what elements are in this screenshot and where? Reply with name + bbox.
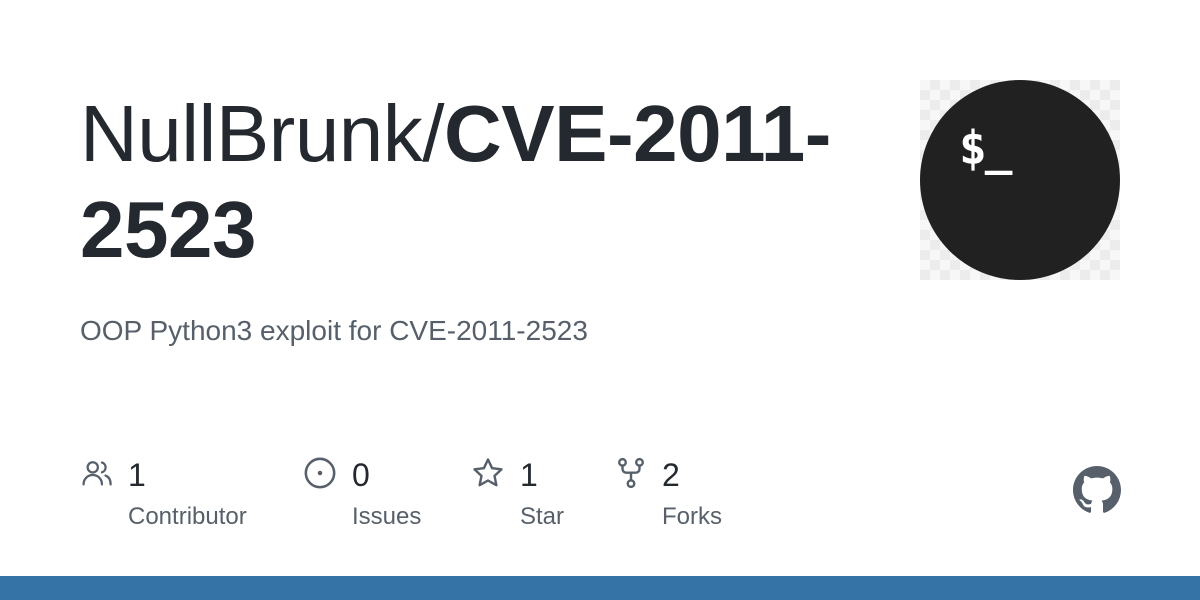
issues-label: Issues — [352, 503, 422, 530]
avatar-terminal-glyph: $_ — [959, 121, 1012, 175]
issues-count: 0 — [352, 457, 370, 493]
github-mark-icon — [1073, 466, 1121, 513]
stars-count: 1 — [520, 457, 538, 493]
star-icon — [473, 458, 503, 487]
language-color-bar — [0, 576, 1200, 600]
people-icon — [82, 461, 112, 486]
stars-label: Star — [520, 503, 565, 530]
owner-avatar: $_ — [920, 80, 1120, 280]
avatar-circle — [920, 80, 1120, 280]
repo-forked-icon — [618, 457, 644, 489]
repo-description: OOP Python3 exploit for CVE-2011-2523 — [80, 315, 588, 346]
repo-title: NullBrunk/CVE-2011-2523 — [80, 86, 840, 278]
repo-owner: NullBrunk/ — [80, 89, 445, 178]
issue-opened-icon — [304, 457, 336, 489]
contributors-label: Contributor — [128, 503, 247, 530]
contributors-count: 1 — [128, 457, 146, 493]
forks-label: Forks — [662, 503, 722, 530]
forks-count: 2 — [662, 457, 680, 493]
